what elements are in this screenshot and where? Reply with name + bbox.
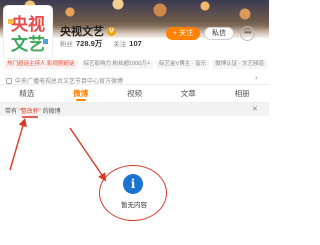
arrow-to-empty (69, 127, 107, 182)
weibo-profile-page: 央视 文艺 央视文艺 V 粉丝 728.9万 关注 107 + 关注 私信 ••… (0, 0, 269, 245)
info-icon: i (123, 174, 143, 194)
empty-state-text: 暂无内容 (121, 202, 147, 209)
arrow-to-filter (9, 117, 27, 171)
